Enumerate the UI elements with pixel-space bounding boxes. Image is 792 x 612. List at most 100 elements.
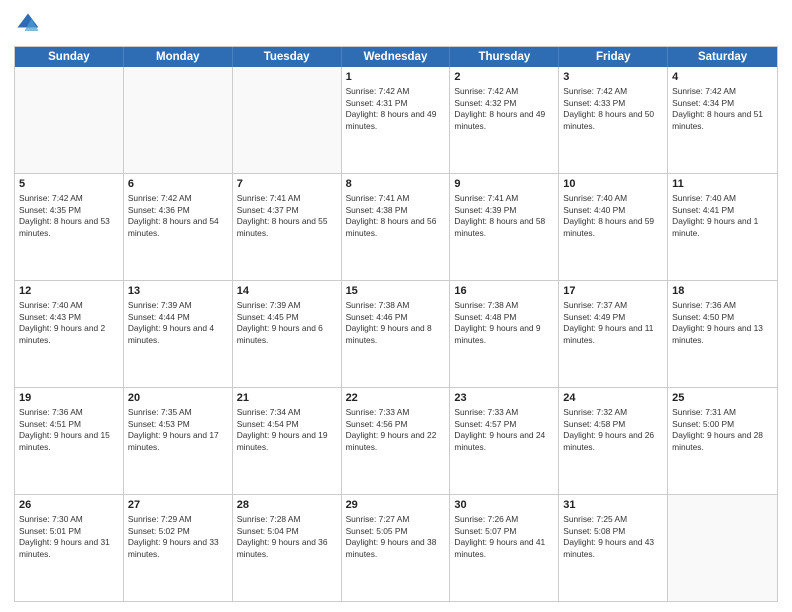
day-number: 24 [563, 391, 663, 406]
calendar-day-19: 19Sunrise: 7:36 AMSunset: 4:51 PMDayligh… [15, 388, 124, 494]
day-number: 12 [19, 284, 119, 299]
day-number: 5 [19, 177, 119, 192]
day-number: 31 [563, 498, 663, 513]
calendar-day-12: 12Sunrise: 7:40 AMSunset: 4:43 PMDayligh… [15, 281, 124, 387]
calendar-row-1: 5Sunrise: 7:42 AMSunset: 4:35 PMDaylight… [15, 173, 777, 280]
calendar-day-2: 2Sunrise: 7:42 AMSunset: 4:32 PMDaylight… [450, 67, 559, 173]
day-info: Sunrise: 7:42 AMSunset: 4:36 PMDaylight:… [128, 193, 228, 240]
day-of-week-sunday: Sunday [15, 47, 124, 67]
day-of-week-tuesday: Tuesday [233, 47, 342, 67]
calendar-day-20: 20Sunrise: 7:35 AMSunset: 4:53 PMDayligh… [124, 388, 233, 494]
calendar-day-10: 10Sunrise: 7:40 AMSunset: 4:40 PMDayligh… [559, 174, 668, 280]
calendar-day-11: 11Sunrise: 7:40 AMSunset: 4:41 PMDayligh… [668, 174, 777, 280]
calendar-day-31: 31Sunrise: 7:25 AMSunset: 5:08 PMDayligh… [559, 495, 668, 601]
day-number: 23 [454, 391, 554, 406]
day-info: Sunrise: 7:42 AMSunset: 4:31 PMDaylight:… [346, 86, 446, 133]
day-info: Sunrise: 7:33 AMSunset: 4:57 PMDaylight:… [454, 407, 554, 454]
day-info: Sunrise: 7:41 AMSunset: 4:38 PMDaylight:… [346, 193, 446, 240]
day-info: Sunrise: 7:30 AMSunset: 5:01 PMDaylight:… [19, 514, 119, 561]
calendar-day-28: 28Sunrise: 7:28 AMSunset: 5:04 PMDayligh… [233, 495, 342, 601]
day-number: 18 [672, 284, 773, 299]
day-number: 10 [563, 177, 663, 192]
day-info: Sunrise: 7:39 AMSunset: 4:45 PMDaylight:… [237, 300, 337, 347]
page: SundayMondayTuesdayWednesdayThursdayFrid… [0, 0, 792, 612]
day-of-week-wednesday: Wednesday [342, 47, 451, 67]
day-number: 27 [128, 498, 228, 513]
day-info: Sunrise: 7:28 AMSunset: 5:04 PMDaylight:… [237, 514, 337, 561]
day-number: 1 [346, 70, 446, 85]
calendar-day-4: 4Sunrise: 7:42 AMSunset: 4:34 PMDaylight… [668, 67, 777, 173]
calendar-day-empty-0-0 [15, 67, 124, 173]
day-number: 3 [563, 70, 663, 85]
calendar-day-13: 13Sunrise: 7:39 AMSunset: 4:44 PMDayligh… [124, 281, 233, 387]
day-number: 13 [128, 284, 228, 299]
calendar-day-6: 6Sunrise: 7:42 AMSunset: 4:36 PMDaylight… [124, 174, 233, 280]
calendar-day-21: 21Sunrise: 7:34 AMSunset: 4:54 PMDayligh… [233, 388, 342, 494]
logo-icon [14, 10, 42, 38]
day-of-week-friday: Friday [559, 47, 668, 67]
day-info: Sunrise: 7:38 AMSunset: 4:48 PMDaylight:… [454, 300, 554, 347]
calendar-day-17: 17Sunrise: 7:37 AMSunset: 4:49 PMDayligh… [559, 281, 668, 387]
day-info: Sunrise: 7:42 AMSunset: 4:35 PMDaylight:… [19, 193, 119, 240]
calendar-day-empty-0-1 [124, 67, 233, 173]
day-number: 26 [19, 498, 119, 513]
calendar-row-3: 19Sunrise: 7:36 AMSunset: 4:51 PMDayligh… [15, 387, 777, 494]
day-of-week-monday: Monday [124, 47, 233, 67]
calendar-header: SundayMondayTuesdayWednesdayThursdayFrid… [15, 47, 777, 67]
day-number: 28 [237, 498, 337, 513]
calendar-day-empty-0-2 [233, 67, 342, 173]
day-info: Sunrise: 7:36 AMSunset: 4:51 PMDaylight:… [19, 407, 119, 454]
day-number: 11 [672, 177, 773, 192]
calendar-day-8: 8Sunrise: 7:41 AMSunset: 4:38 PMDaylight… [342, 174, 451, 280]
day-number: 22 [346, 391, 446, 406]
day-number: 6 [128, 177, 228, 192]
day-info: Sunrise: 7:35 AMSunset: 4:53 PMDaylight:… [128, 407, 228, 454]
calendar-day-7: 7Sunrise: 7:41 AMSunset: 4:37 PMDaylight… [233, 174, 342, 280]
calendar-day-16: 16Sunrise: 7:38 AMSunset: 4:48 PMDayligh… [450, 281, 559, 387]
calendar-day-15: 15Sunrise: 7:38 AMSunset: 4:46 PMDayligh… [342, 281, 451, 387]
header [14, 10, 778, 38]
day-info: Sunrise: 7:36 AMSunset: 4:50 PMDaylight:… [672, 300, 773, 347]
day-number: 15 [346, 284, 446, 299]
day-info: Sunrise: 7:34 AMSunset: 4:54 PMDaylight:… [237, 407, 337, 454]
calendar-day-18: 18Sunrise: 7:36 AMSunset: 4:50 PMDayligh… [668, 281, 777, 387]
calendar-day-1: 1Sunrise: 7:42 AMSunset: 4:31 PMDaylight… [342, 67, 451, 173]
day-number: 30 [454, 498, 554, 513]
day-number: 2 [454, 70, 554, 85]
calendar-day-27: 27Sunrise: 7:29 AMSunset: 5:02 PMDayligh… [124, 495, 233, 601]
calendar: SundayMondayTuesdayWednesdayThursdayFrid… [14, 46, 778, 602]
day-info: Sunrise: 7:27 AMSunset: 5:05 PMDaylight:… [346, 514, 446, 561]
day-number: 14 [237, 284, 337, 299]
day-info: Sunrise: 7:31 AMSunset: 5:00 PMDaylight:… [672, 407, 773, 454]
day-info: Sunrise: 7:33 AMSunset: 4:56 PMDaylight:… [346, 407, 446, 454]
day-info: Sunrise: 7:42 AMSunset: 4:33 PMDaylight:… [563, 86, 663, 133]
calendar-day-25: 25Sunrise: 7:31 AMSunset: 5:00 PMDayligh… [668, 388, 777, 494]
day-of-week-saturday: Saturday [668, 47, 777, 67]
calendar-row-2: 12Sunrise: 7:40 AMSunset: 4:43 PMDayligh… [15, 280, 777, 387]
day-number: 19 [19, 391, 119, 406]
day-number: 17 [563, 284, 663, 299]
day-number: 29 [346, 498, 446, 513]
calendar-day-5: 5Sunrise: 7:42 AMSunset: 4:35 PMDaylight… [15, 174, 124, 280]
day-number: 20 [128, 391, 228, 406]
calendar-body: 1Sunrise: 7:42 AMSunset: 4:31 PMDaylight… [15, 67, 777, 601]
calendar-day-22: 22Sunrise: 7:33 AMSunset: 4:56 PMDayligh… [342, 388, 451, 494]
calendar-day-3: 3Sunrise: 7:42 AMSunset: 4:33 PMDaylight… [559, 67, 668, 173]
day-info: Sunrise: 7:40 AMSunset: 4:40 PMDaylight:… [563, 193, 663, 240]
day-number: 8 [346, 177, 446, 192]
calendar-row-4: 26Sunrise: 7:30 AMSunset: 5:01 PMDayligh… [15, 494, 777, 601]
day-number: 25 [672, 391, 773, 406]
day-number: 9 [454, 177, 554, 192]
day-info: Sunrise: 7:29 AMSunset: 5:02 PMDaylight:… [128, 514, 228, 561]
day-number: 16 [454, 284, 554, 299]
calendar-day-empty-4-6 [668, 495, 777, 601]
calendar-row-0: 1Sunrise: 7:42 AMSunset: 4:31 PMDaylight… [15, 67, 777, 173]
day-info: Sunrise: 7:38 AMSunset: 4:46 PMDaylight:… [346, 300, 446, 347]
calendar-day-29: 29Sunrise: 7:27 AMSunset: 5:05 PMDayligh… [342, 495, 451, 601]
day-info: Sunrise: 7:40 AMSunset: 4:43 PMDaylight:… [19, 300, 119, 347]
day-info: Sunrise: 7:41 AMSunset: 4:37 PMDaylight:… [237, 193, 337, 240]
day-info: Sunrise: 7:25 AMSunset: 5:08 PMDaylight:… [563, 514, 663, 561]
day-info: Sunrise: 7:32 AMSunset: 4:58 PMDaylight:… [563, 407, 663, 454]
calendar-day-23: 23Sunrise: 7:33 AMSunset: 4:57 PMDayligh… [450, 388, 559, 494]
day-number: 7 [237, 177, 337, 192]
